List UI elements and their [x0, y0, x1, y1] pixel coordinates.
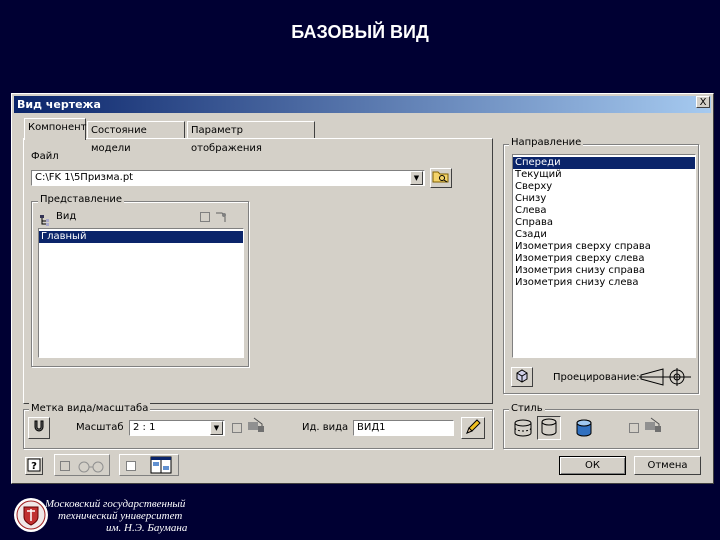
view-id-value: ВИД1	[357, 422, 386, 433]
magnet-icon	[34, 420, 44, 432]
scale-link-icon	[246, 416, 268, 436]
tab-component[interactable]: Компонент	[24, 118, 86, 140]
direction-item[interactable]: Сверху	[513, 181, 695, 193]
close-button[interactable]: X	[696, 96, 710, 108]
glasses-icon	[76, 458, 106, 473]
dialog-title: Вид чертежа	[17, 98, 101, 111]
shaded-cylinder-icon	[576, 419, 592, 437]
view-id-label: Ид. вида	[302, 422, 349, 433]
scale-label: Масштаб	[76, 422, 124, 433]
dialog-titlebar: Вид чертежа	[14, 96, 711, 113]
open-folder-icon	[432, 171, 449, 183]
shaded-button[interactable]	[573, 417, 595, 439]
cube-view-icon	[516, 369, 528, 383]
direction-item[interactable]: Слева	[513, 205, 695, 217]
direction-item[interactable]: Снизу	[513, 193, 695, 205]
footer-line-1: Московский государственный	[45, 498, 186, 510]
disabled-checkbox	[60, 461, 70, 471]
scale-value: 2 : 1	[133, 422, 156, 433]
svg-text:?: ?	[31, 461, 37, 472]
representation-list[interactable]: Главный	[38, 228, 244, 358]
representation-label: Представление	[38, 194, 125, 205]
edit-view-label-button[interactable]	[461, 417, 485, 439]
direction-item[interactable]: Текущий	[513, 169, 695, 181]
scale-combobox[interactable]: 2 : 1 ▼	[129, 420, 225, 436]
file-combobox[interactable]: C:\FK 1\5Призма.pt ▼	[31, 170, 425, 186]
dropdown-arrow-icon[interactable]: ▼	[210, 421, 223, 435]
view-checkbox[interactable]	[200, 212, 210, 222]
direction-item[interactable]: Изометрия сверху слева	[513, 253, 695, 265]
direction-label: Направление	[509, 137, 584, 148]
hidden-lines-removed-button[interactable]	[537, 416, 561, 440]
direction-item[interactable]: Изометрия сверху справа	[513, 241, 695, 253]
direction-item[interactable]: Изометрия снизу слева	[513, 277, 695, 289]
direction-list[interactable]: Спереди Текущий Сверху Снизу Слева Справ…	[512, 154, 696, 358]
help-button[interactable]: ?	[25, 457, 43, 475]
tab-display-options[interactable]: Параметр отображения	[187, 121, 315, 154]
tab-model-state[interactable]: Состояние модели	[87, 121, 185, 154]
layout-options-icon[interactable]	[150, 456, 172, 474]
style-checkbox[interactable]	[629, 423, 639, 433]
slide-title: БАЗОВЫЙ ВИД	[291, 22, 429, 42]
scale-group-label: Метка вида/масштаба	[29, 403, 151, 414]
cylinder-icon	[541, 418, 557, 436]
pencil-icon	[466, 419, 481, 434]
label-visibility-button[interactable]	[28, 417, 50, 439]
direction-item[interactable]: Справа	[513, 217, 695, 229]
direction-item[interactable]: Спереди	[513, 157, 695, 169]
style-group-label: Стиль	[509, 403, 545, 414]
scale-checkbox[interactable]	[232, 423, 242, 433]
direction-item[interactable]: Изометрия снизу справа	[513, 265, 695, 277]
projection-type-icon[interactable]	[639, 366, 691, 388]
footer-line-3: им. Н.Э. Баумана	[106, 522, 188, 534]
university-logo	[13, 497, 49, 533]
hidden-lines-cylinder-icon	[514, 419, 532, 437]
ok-button[interactable]: ОК	[559, 456, 626, 475]
footer-line-2: технический университет	[58, 510, 183, 522]
custom-view-button[interactable]	[511, 367, 533, 387]
projection-label: Проецирование:	[553, 372, 640, 383]
view-id-input[interactable]: ВИД1	[353, 420, 454, 436]
file-label: Файл	[31, 151, 59, 162]
options-checkbox[interactable]	[126, 461, 136, 471]
link-view-icon	[214, 209, 228, 223]
cancel-button[interactable]: Отмена	[634, 456, 701, 475]
style-link-icon	[643, 416, 665, 436]
hidden-lines-button[interactable]	[512, 417, 534, 439]
direction-item[interactable]: Сзади	[513, 229, 695, 241]
drawing-view-dialog: Вид чертежа X Компонент Состояние модели…	[11, 93, 714, 484]
representation-item-main[interactable]: Главный	[39, 231, 243, 243]
view-tree-icon	[39, 211, 53, 226]
help-icon: ?	[27, 458, 41, 472]
open-file-button[interactable]	[430, 168, 452, 188]
view-label: Вид	[56, 211, 77, 222]
dropdown-arrow-icon[interactable]: ▼	[410, 171, 423, 185]
file-path: C:\FK 1\5Призма.pt	[35, 172, 134, 183]
